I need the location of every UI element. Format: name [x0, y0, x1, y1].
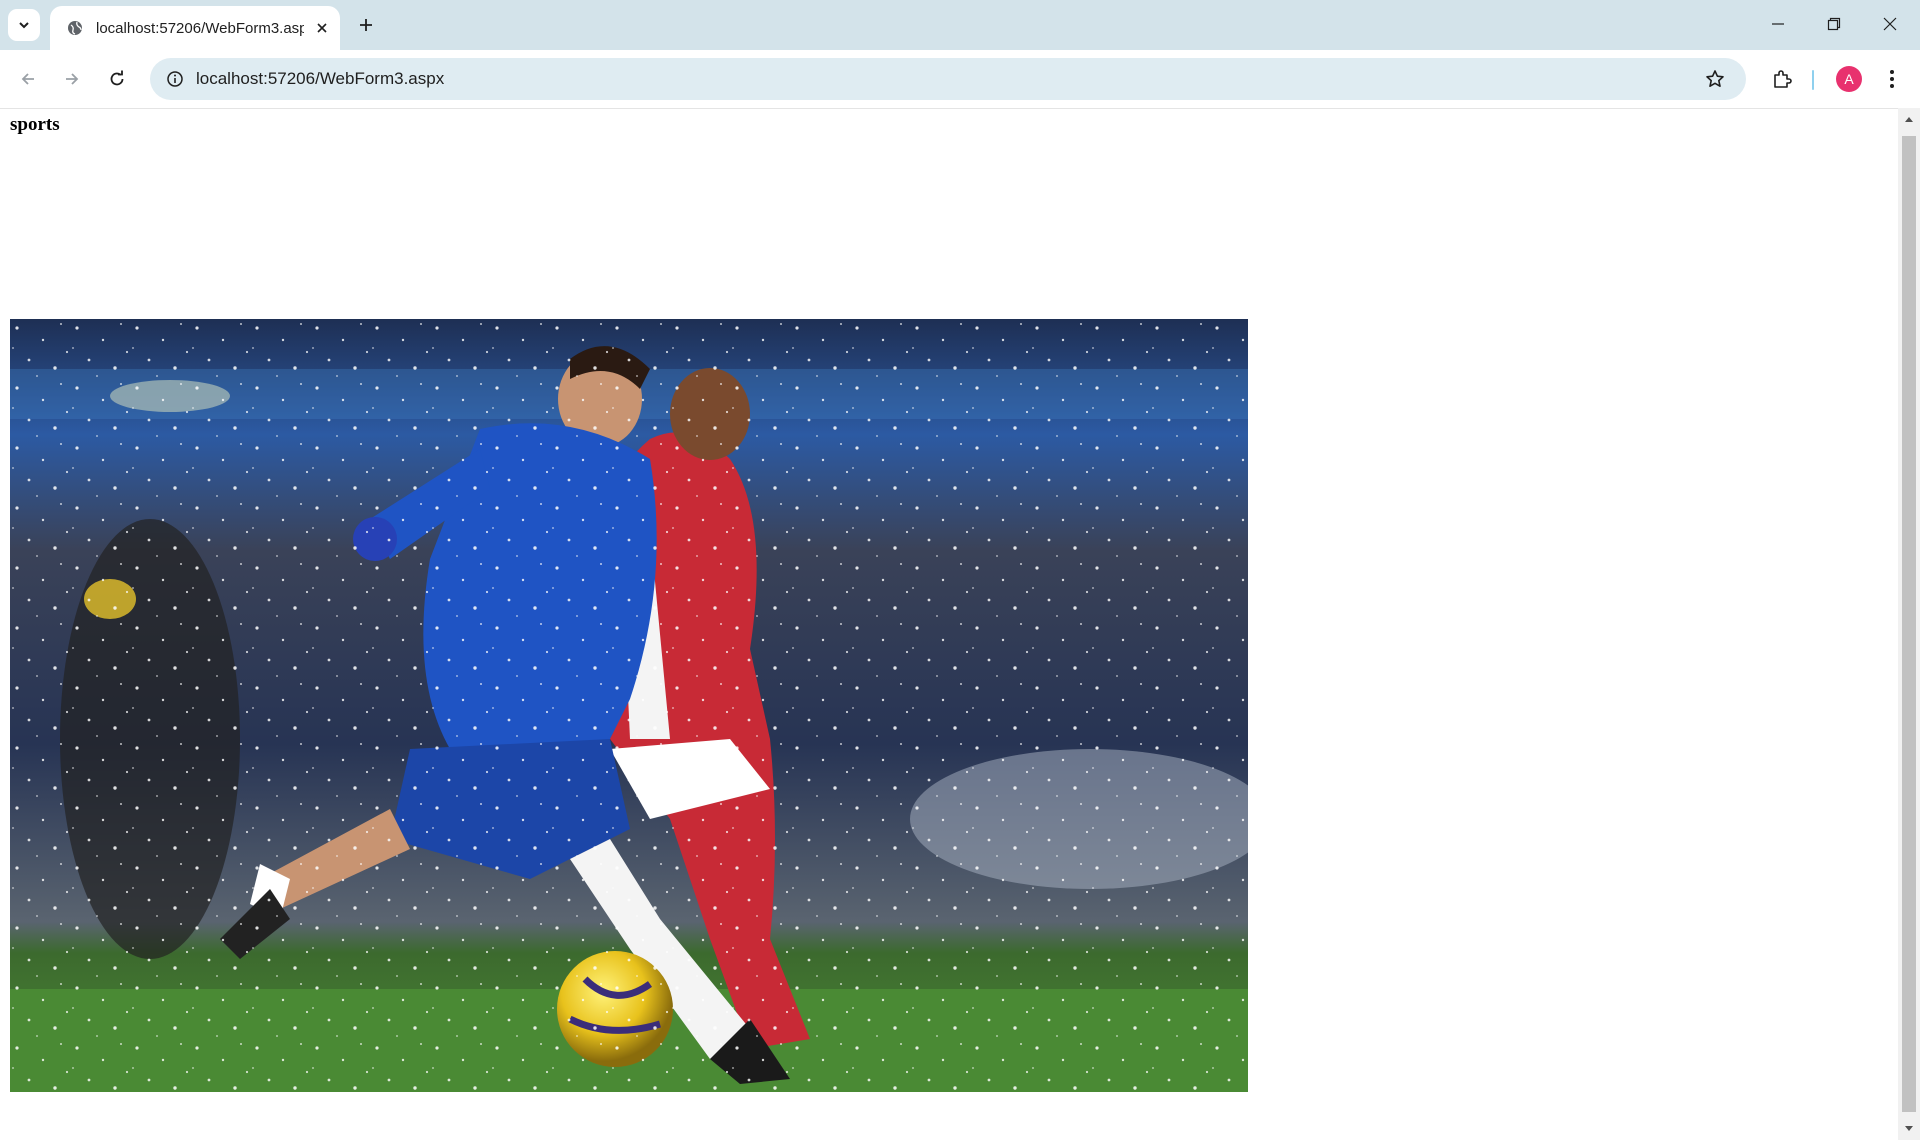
reload-icon — [110, 70, 124, 86]
forward-button[interactable] — [56, 63, 88, 95]
site-info-icon[interactable] — [160, 64, 190, 94]
restore-icon — [1827, 17, 1841, 31]
vertical-scrollbar[interactable] — [1898, 108, 1920, 1140]
reload-button[interactable] — [101, 63, 133, 95]
browser-toolbar: localhost:57206/WebForm3.aspx A — [0, 50, 1920, 108]
plus-icon — [360, 19, 372, 31]
extensions-icon — [1774, 70, 1792, 88]
minimize-icon — [1772, 23, 1784, 25]
chevron-down-icon — [19, 22, 29, 29]
tab-title: localhost:57206/WebForm3.aspx — [96, 19, 304, 37]
menu-icon — [1890, 70, 1894, 88]
back-icon — [21, 73, 34, 85]
toolbar-separator — [1812, 70, 1814, 90]
extensions-button[interactable] — [1766, 63, 1798, 95]
globe-icon — [66, 19, 84, 37]
scroll-up-arrow-icon[interactable] — [1898, 108, 1920, 130]
active-tab[interactable]: localhost:57206/WebForm3.aspx — [50, 6, 340, 50]
sports-photo — [10, 319, 1248, 1092]
window-close-icon — [1883, 17, 1897, 31]
menu-button[interactable] — [1876, 63, 1908, 95]
scroll-down-arrow-icon[interactable] — [1898, 1118, 1920, 1140]
window-close-button[interactable] — [1862, 6, 1918, 42]
profile-avatar[interactable]: A — [1836, 66, 1862, 92]
new-tab-button[interactable] — [352, 11, 380, 39]
close-icon[interactable] — [312, 18, 332, 38]
page-content: sports — [0, 108, 1898, 1141]
address-bar[interactable]: localhost:57206/WebForm3.aspx — [150, 58, 1746, 100]
tab-strip: localhost:57206/WebForm3.aspx — [0, 0, 1920, 50]
minimize-button[interactable] — [1750, 6, 1806, 42]
star-icon[interactable] — [1702, 66, 1728, 92]
tab-search-button[interactable] — [8, 9, 40, 41]
url-text: localhost:57206/WebForm3.aspx — [196, 69, 445, 88]
football-photo-image — [10, 319, 1248, 1092]
back-button[interactable] — [12, 63, 44, 95]
forward-icon — [66, 73, 79, 85]
restore-button[interactable] — [1806, 6, 1862, 42]
scrollbar-thumb[interactable] — [1902, 136, 1916, 1112]
page-heading: sports — [10, 114, 60, 135]
